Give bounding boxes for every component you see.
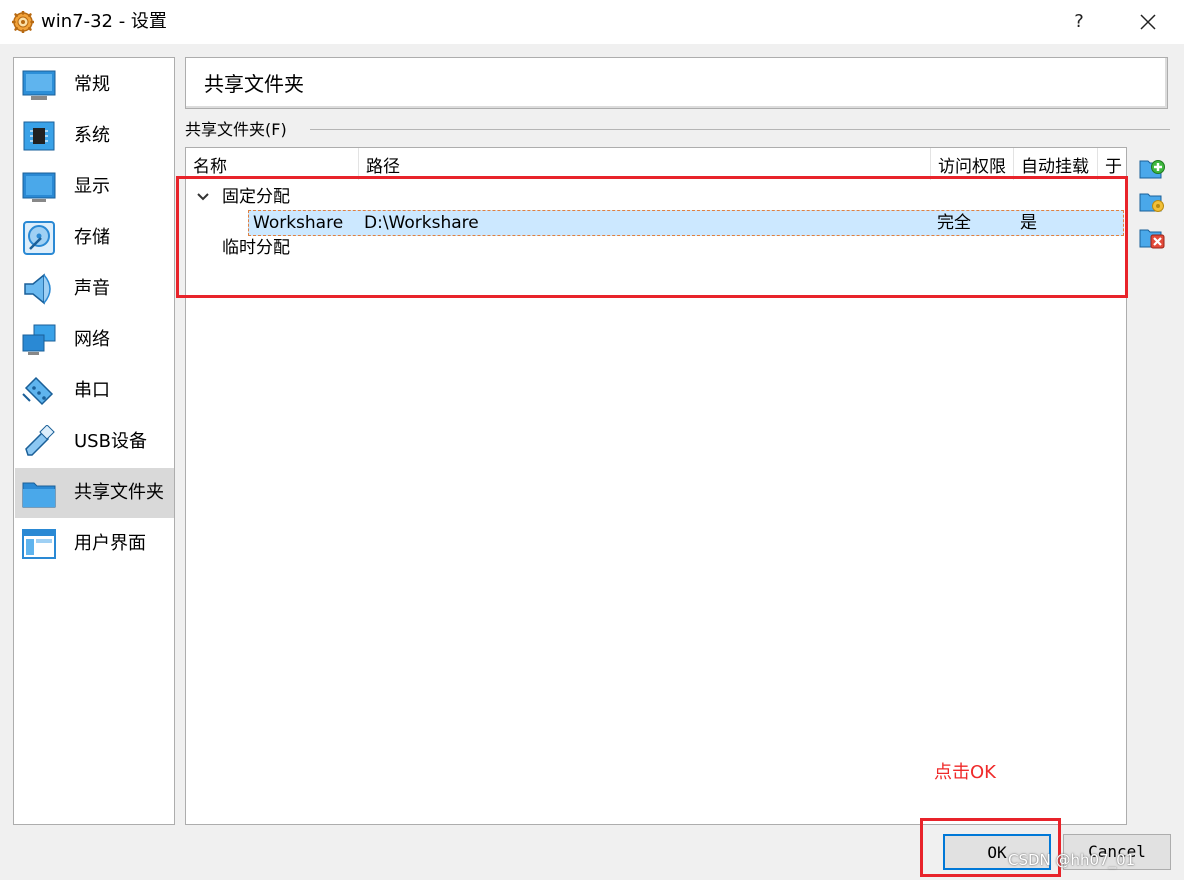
sidebar-item-label: 串口 — [74, 380, 110, 401]
general-icon — [22, 70, 56, 100]
sidebar-item-general[interactable]: 常规 — [15, 60, 174, 110]
sidebar-item-usb[interactable]: USB设备 — [15, 417, 174, 467]
add-folder-icon[interactable] — [1139, 155, 1165, 181]
disk-icon — [23, 221, 55, 255]
sidebar-item-label: 系统 — [74, 125, 110, 146]
sidebar-item-system[interactable]: 系统 — [15, 111, 174, 161]
sidebar-item-label: 显示 — [74, 176, 110, 197]
sidebar-item-label: 共享文件夹 — [74, 482, 164, 503]
window-title: win7-32 - 设置 — [41, 11, 167, 32]
sidebar-item-user-interface[interactable]: 用户界面 — [15, 519, 174, 569]
sidebar-item-label: 用户界面 — [74, 533, 146, 554]
sidebar-item-label: 存储 — [74, 227, 110, 248]
sidebar-item-shared-folders[interactable]: 共享文件夹 — [15, 468, 174, 518]
chip-icon — [23, 121, 55, 151]
folder-icon — [22, 482, 56, 508]
sidebar-item-label: USB设备 — [74, 431, 147, 452]
network-icon — [22, 324, 56, 355]
close-button[interactable] — [1130, 6, 1166, 38]
watermark: CSDN @hh07_01 — [1008, 851, 1136, 869]
remove-folder-icon[interactable] — [1139, 224, 1165, 250]
sidebar-item-audio[interactable]: 声音 — [15, 264, 174, 314]
speaker-icon — [24, 273, 51, 305]
annotation-highlight-table — [176, 176, 1128, 298]
settings-category-list: 常规 系统 显示 存储 声音 网络 串口 USB设备 共享文件夹 用户界面 — [13, 57, 175, 825]
edit-folder-icon[interactable] — [1139, 188, 1165, 214]
annotation-text: 点击OK — [934, 762, 996, 783]
sidebar-item-label: 网络 — [74, 329, 110, 350]
serial-port-icon — [22, 376, 54, 406]
virtualbox-gear-icon — [12, 11, 34, 33]
page-title: 共享文件夹 — [204, 72, 304, 96]
usb-icon — [25, 425, 55, 456]
sidebar-item-storage[interactable]: 存储 — [15, 213, 174, 263]
sidebar-item-label: 声音 — [74, 278, 110, 299]
title-bar: win7-32 - 设置 ? — [0, 0, 1184, 44]
group-separator — [310, 129, 1170, 130]
user-interface-icon — [22, 529, 56, 559]
shared-folders-group-label: 共享文件夹(F) — [185, 119, 295, 141]
help-button[interactable]: ? — [1064, 6, 1094, 38]
sidebar-item-display[interactable]: 显示 — [15, 162, 174, 212]
sidebar-item-label: 常规 — [74, 74, 110, 95]
sidebar-item-network[interactable]: 网络 — [15, 315, 174, 365]
page-header: 共享文件夹 — [185, 57, 1168, 109]
sidebar-item-serial-port[interactable]: 串口 — [15, 366, 174, 416]
monitor-icon — [22, 172, 56, 202]
close-icon — [1140, 14, 1156, 30]
